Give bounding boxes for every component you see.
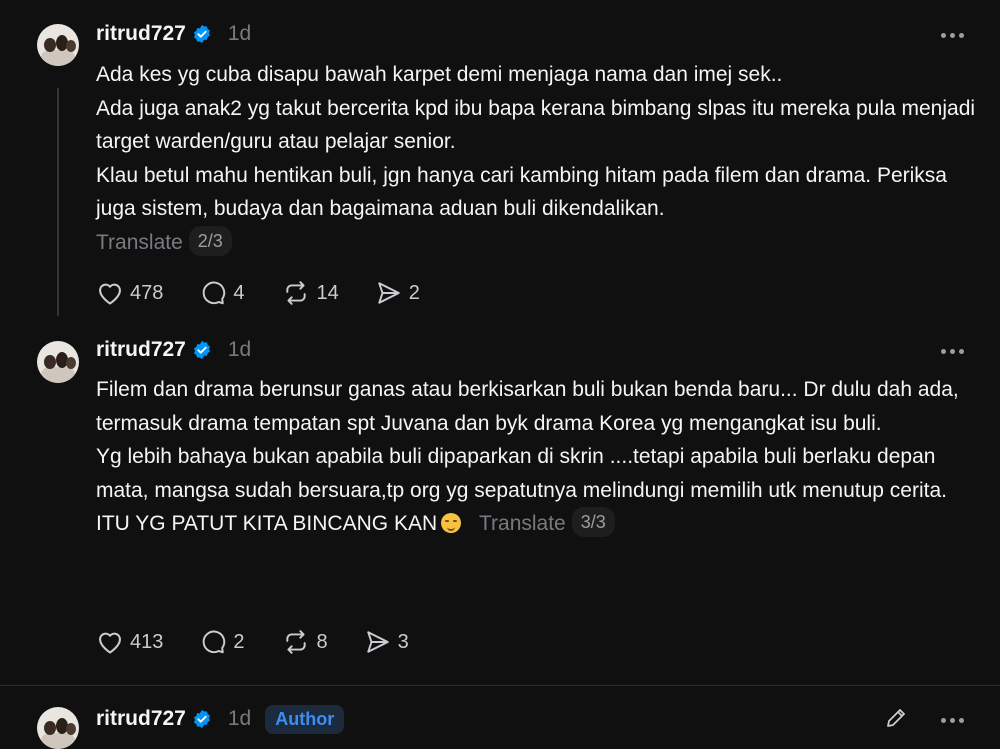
- heart-icon: [99, 632, 121, 654]
- comment-icon: [203, 281, 226, 305]
- heart-icon: [99, 283, 121, 305]
- post-line: Yg lebih bahaya bukan apabila buli dipap…: [96, 445, 947, 502]
- edit-icon[interactable]: [884, 706, 908, 730]
- comment-count: 4: [233, 281, 245, 304]
- repost-button[interactable]: 14: [281, 280, 339, 306]
- verified-icon: [193, 709, 210, 729]
- like-button[interactable]: 478: [96, 280, 163, 306]
- share-icon: [378, 282, 400, 304]
- comment-icon: [203, 630, 226, 654]
- post-header: ritrud727 1d Author: [96, 704, 345, 734]
- repost-count: 14: [316, 281, 339, 304]
- post-line: Klau betul mahu hentikan buli, jgn hanya…: [96, 163, 947, 221]
- username[interactable]: ritrud727: [96, 707, 186, 731]
- like-button[interactable]: 413: [96, 629, 163, 655]
- share-count: 3: [397, 630, 409, 653]
- repost-icon: [285, 281, 306, 305]
- more-icon[interactable]: [941, 349, 964, 354]
- share-button[interactable]: 3: [364, 629, 409, 655]
- post-divider: [0, 685, 1000, 686]
- share-button[interactable]: 2: [375, 280, 420, 306]
- share-count: 2: [408, 281, 420, 304]
- thread-pager: 3/3: [571, 507, 615, 538]
- post-actions: 413 2 8 3: [96, 627, 445, 657]
- post-header: ritrud727 1d: [96, 19, 251, 49]
- translate-link[interactable]: Translate: [96, 231, 183, 254]
- post-header: ritrud727 1d: [96, 335, 251, 365]
- post-time: 1d: [227, 707, 252, 730]
- more-icon[interactable]: [941, 33, 964, 38]
- thread-pager: 2/3: [188, 225, 232, 256]
- post-line: Ada juga anak2 yg takut bercerita kpd ib…: [96, 96, 976, 154]
- post-line: Ada kes yg cuba disapu bawah karpet demi…: [96, 63, 783, 86]
- like-count: 478: [130, 281, 164, 304]
- verified-icon: [193, 340, 210, 360]
- avatar[interactable]: [37, 341, 79, 383]
- avatar[interactable]: [37, 707, 79, 749]
- post-time: 1d: [227, 338, 252, 361]
- username[interactable]: ritrud727: [96, 338, 186, 362]
- avatar[interactable]: [37, 24, 79, 66]
- username[interactable]: ritrud727: [96, 22, 186, 46]
- like-count: 413: [130, 630, 164, 653]
- translate-link[interactable]: Translate: [479, 512, 566, 535]
- verified-icon: [193, 24, 210, 44]
- post-line: Filem dan drama berunsur ganas atau berk…: [96, 378, 959, 435]
- repost-icon: [285, 630, 306, 654]
- comment-count: 2: [233, 630, 245, 653]
- comment-button[interactable]: 2: [199, 629, 245, 655]
- post-actions: 478 4 14 2: [96, 278, 456, 308]
- post-body: Filem dan drama berunsur ganas atau berk…: [96, 373, 976, 541]
- repost-button[interactable]: 8: [281, 629, 328, 655]
- thread-line: [57, 88, 59, 316]
- relieved-face-emoji-icon: [441, 513, 462, 533]
- post-line: ITU YG PATUT KITA BINCANG KAN: [96, 512, 438, 535]
- post-body: Ada kes yg cuba disapu bawah karpet demi…: [96, 58, 976, 259]
- more-icon[interactable]: [941, 718, 964, 723]
- author-badge: Author: [265, 704, 345, 734]
- repost-count: 8: [316, 630, 328, 653]
- comment-button[interactable]: 4: [199, 280, 245, 306]
- share-icon: [366, 631, 389, 653]
- post-time: 1d: [227, 22, 252, 45]
